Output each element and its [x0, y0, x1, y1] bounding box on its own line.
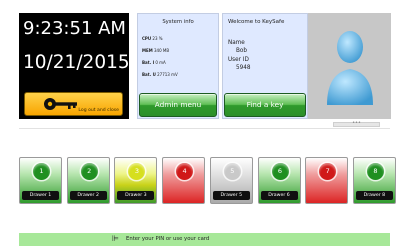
battery-voltage-label: Bat. U: [142, 72, 156, 77]
drawer-label: Drawer 8: [355, 191, 393, 200]
drawer-number-badge: 1: [33, 163, 50, 180]
mem-row: MEM 340 MB: [142, 48, 169, 53]
drawer-tile[interactable]: 6 Drawer 6: [257, 157, 301, 204]
drawer-number-badge: 4: [176, 163, 194, 180]
status-bar: ⊫ Enter your PIN or use your card: [19, 233, 390, 246]
drawer-label: Drawer 3: [117, 191, 155, 200]
battery-voltage-row: Bat. U 27713 mV: [142, 72, 178, 77]
clock-panel: 9:23:51 AM 10/21/2015 Log out and close: [19, 13, 130, 119]
drawer-tile[interactable]: 2 Drawer 2: [66, 157, 110, 204]
drawer-label: Drawer 5: [212, 191, 250, 200]
drawer-tile[interactable]: 8 Drawer 8: [352, 157, 396, 204]
logout-button[interactable]: Log out and close: [24, 92, 123, 116]
status-prompt: Enter your PIN or use your card: [126, 236, 210, 242]
drawer-tile[interactable]: 5 Drawer 5: [209, 157, 253, 204]
drawer-tile[interactable]: 7: [305, 157, 349, 204]
user-id: 5948: [236, 65, 251, 71]
cpu-value: 23 %: [152, 36, 163, 41]
user-name: Bob: [236, 48, 247, 54]
mem-label: MEM: [142, 48, 153, 53]
find-key-button[interactable]: Find a key: [224, 93, 306, 117]
battery-voltage-value: 27713 mV: [157, 72, 178, 77]
system-info-title: System info: [162, 19, 194, 25]
logout-label: Log out and close: [78, 108, 119, 113]
drawer-tile[interactable]: 3 Drawer 3: [114, 157, 158, 204]
welcome-panel: Welcome to KeySafe Name Bob User ID 5948…: [222, 13, 308, 119]
antenna-icon: ⊫: [112, 234, 119, 243]
welcome-title: Welcome to KeySafe: [228, 19, 285, 25]
drawer-number-badge: 3: [128, 163, 146, 180]
cpu-row: CPU 23 %: [142, 36, 163, 41]
drawer-number-badge: 6: [271, 163, 289, 180]
current-time: 9:23:51 AM: [23, 18, 126, 39]
drawer-number-badge: 7: [319, 163, 337, 180]
drawer-tile[interactable]: 1 Drawer 1: [19, 157, 62, 204]
current-date: 10/21/2015: [23, 52, 130, 73]
battery-current-row: Bat. I 0 mA: [142, 60, 166, 65]
cpu-label: CPU: [142, 36, 152, 41]
drawer-number-badge: 5: [223, 163, 241, 180]
scroll-grip-icon: •••: [352, 120, 361, 126]
battery-current-value: 0 mA: [155, 60, 166, 65]
drawer-label: Drawer 1: [22, 191, 59, 200]
drawer-label: Drawer 6: [260, 191, 298, 200]
battery-current-label: Bat. I: [142, 60, 155, 65]
key-icon: [44, 98, 77, 110]
mem-value: 340 MB: [153, 48, 170, 53]
drawer-tile[interactable]: 4: [162, 157, 206, 204]
drawer-number-badge: 2: [80, 163, 98, 180]
system-info-panel: System info CPU 23 % MEM 340 MB Bat. I 0…: [137, 13, 219, 119]
admin-menu-button[interactable]: Admin menu: [139, 93, 217, 117]
name-label: Name: [228, 40, 245, 46]
divider: [19, 128, 390, 129]
avatar-panel: [308, 13, 391, 119]
drawer-number-badge: 8: [366, 163, 384, 180]
user-id-label: User ID: [228, 57, 249, 63]
scroll-handle[interactable]: •••: [333, 120, 380, 127]
user-avatar-icon: [327, 31, 373, 105]
drawer-label: Drawer 2: [69, 191, 107, 200]
